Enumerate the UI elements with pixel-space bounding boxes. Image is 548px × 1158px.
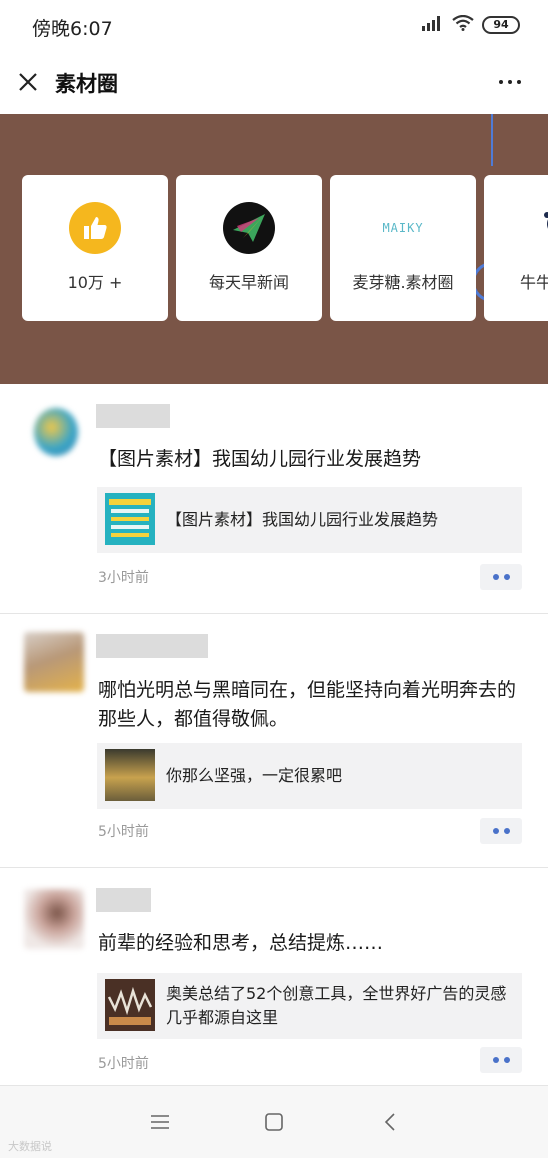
avatar[interactable] [34,408,78,456]
post-more-button[interactable] [480,1047,522,1073]
post-time: 5小时前 [98,1056,149,1072]
thumbs-up-icon [69,202,121,254]
post-text: 前辈的经验和思考，总结提炼…… [98,932,384,954]
paper-plane-logo [223,202,275,254]
shared-article[interactable]: 奥美总结了52个创意工具，全世界好广告的灵感几乎都源自这里 [97,973,522,1039]
shared-article[interactable]: 你那么坚强，一定很累吧 [97,743,522,809]
home-icon[interactable] [260,1108,288,1136]
system-nav-bar [0,1086,548,1158]
author-name[interactable] [96,634,208,658]
watermark: 大数据说 [8,1140,52,1153]
status-time: 傍晚6:07 [32,18,113,40]
nav-bar: 素材圈 [0,52,548,114]
more-options-icon[interactable] [494,70,526,94]
avatar[interactable] [24,632,84,692]
post-more-button[interactable] [480,564,522,590]
menu-icon[interactable] [146,1108,174,1136]
card-niuniu[interactable]: 牛牛 [484,175,548,321]
top-banner: 10万 + 每天早新闻 MAIKY 麦芽糖.素材圈 牛牛 [0,114,548,384]
post-text: 【图片素材】我国幼儿园行业发展趋势 [98,448,422,470]
author-name[interactable] [96,888,151,912]
floating-line [491,114,493,166]
feed-post: 前辈的经验和思考，总结提炼…… 奥美总结了52个创意工具，全世界好广告的灵感几乎… [0,868,548,1086]
status-icons: 94 [422,14,520,35]
post-time: 5小时前 [98,824,149,840]
card-label: 每天早新闻 [208,273,289,292]
author-name[interactable] [96,404,170,428]
article-thumbnail [105,979,155,1031]
back-icon[interactable] [376,1108,404,1136]
card-label: 10万 + [67,273,123,292]
maiky-logo: MAIKY [382,221,424,235]
card-10wan[interactable]: 10万 + [22,175,168,321]
battery-indicator: 94 [482,16,520,34]
signal-icon [422,15,444,35]
article-thumbnail [105,749,155,801]
card-daily-news[interactable]: 每天早新闻 [176,175,322,321]
cartoon-logo [530,202,548,254]
wifi-icon [452,14,474,35]
article-thumbnail [105,493,155,545]
feed-post: 【图片素材】我国幼儿园行业发展趋势 【图片素材】我国幼儿园行业发展趋势 3小时前 [0,384,548,614]
article-title: 【图片素材】我国幼儿园行业发展趋势 [166,510,439,529]
article-title: 奥美总结了52个创意工具，全世界好广告的灵感几乎都源自这里 [166,984,507,1027]
avatar[interactable] [24,889,84,949]
article-title: 你那么坚强，一定很累吧 [166,766,343,785]
feed-post: 哪怕光明总与黑暗同在，但能坚持向着光明奔去的那些人，都值得敬佩。 你那么坚强，一… [0,614,548,868]
post-more-button[interactable] [480,818,522,844]
status-bar: 傍晚6:07 94 [0,0,548,52]
card-label: 麦芽糖.素材圈 [352,273,454,292]
close-icon[interactable] [14,68,42,96]
post-text: 哪怕光明总与黑暗同在，但能坚持向着光明奔去的那些人，都值得敬佩。 [98,679,517,730]
card-maiky[interactable]: MAIKY 麦芽糖.素材圈 [330,175,476,321]
shared-article[interactable]: 【图片素材】我国幼儿园行业发展趋势 [97,487,522,553]
card-label: 牛牛 [520,273,548,292]
post-time: 3小时前 [98,570,149,586]
page-title: 素材圈 [55,72,118,96]
